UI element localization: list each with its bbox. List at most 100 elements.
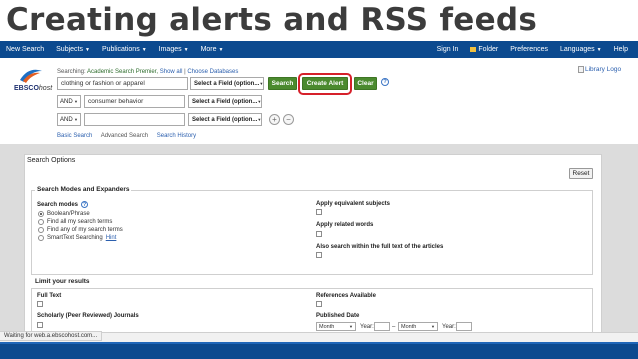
full-text-checkbox[interactable] [37,301,43,307]
field-select-3[interactable]: Select a Field (option... ▼ [188,113,262,126]
ebscohost-logo[interactable]: EBSCOhost [14,68,52,96]
mode-find-all-label: Find all my search terms [47,219,113,225]
full-text-search-label: Also search within the full text of the … [316,244,444,250]
nav-more[interactable]: More ▼ [195,46,230,53]
search-term-input-1[interactable] [57,77,188,90]
nav-preferences[interactable]: Preferences [504,46,554,53]
apply-equivalent-label: Apply equivalent subjects [316,201,391,207]
search-row-1: Select a Field (option...▼ [57,77,264,90]
search-history-link[interactable]: Search History [157,133,196,139]
chevron-down-icon: ▼ [259,81,264,86]
published-date-label: Published Date [316,313,360,319]
minus-icon: − [286,114,291,124]
hint-link[interactable]: Hint [106,235,117,241]
scholarly-label: Scholarly (Peer Reviewed) Journals [37,313,139,319]
add-row-button[interactable]: + [269,114,280,125]
nav-languages[interactable]: Languages ▼ [554,46,608,53]
nav-languages-label: Languages [559,46,595,53]
logo-text: EBSCOhost [14,85,52,92]
radio-icon[interactable] [38,219,44,225]
published-month-end[interactable]: Month ▼ [398,322,438,331]
logo-brand: EBSCO [14,85,39,92]
chevron-down-icon: ▼ [74,99,78,104]
mode-boolean-phrase-label: Boolean/Phrase [47,211,90,217]
nav-images-label: Images [158,46,182,53]
nav-images[interactable]: Images ▼ [153,46,195,53]
database-name: Academic Search Premier, [87,69,159,75]
date-separator: – [392,324,396,330]
search-modes-fieldset: Search Modes and Expanders Search modes?… [31,186,593,275]
nav-subjects[interactable]: Subjects ▼ [50,46,96,53]
nav-more-label: More [200,46,217,53]
field-select-3-label: Select a Field (option... [192,116,258,123]
boolean-select-2[interactable]: AND ▼ [57,95,81,108]
nav-publications[interactable]: Publications ▼ [96,46,153,53]
mode-smarttext-label: SmartText Searching [47,235,103,241]
nav-folder[interactable]: Folder [464,46,504,53]
nav-new-search-label: New Search [6,46,45,53]
chevron-down-icon: ▼ [85,47,90,53]
radio-selected-icon[interactable] [38,211,44,217]
loading-status: Waiting for web.a.ebscohost.com... [0,331,103,341]
full-text-search-checkbox[interactable] [316,252,322,258]
radio-icon[interactable] [38,227,44,233]
ebsco-swoosh-icon [20,69,42,83]
apply-related-checkbox[interactable] [316,231,322,237]
help-icon[interactable]: ? [81,201,89,208]
remove-row-button[interactable]: − [283,114,294,125]
search-row-2: AND▼ Select a Field (option...▼ [57,95,262,108]
apply-equivalent-checkbox[interactable] [316,209,322,215]
search-term-input-2[interactable] [84,95,185,108]
nav-sign-in[interactable]: Sign In [431,46,465,53]
month-end-label: Month [401,323,417,330]
limit-results-title: Limit your results [35,278,90,285]
chevron-down-icon: ▼ [218,47,224,53]
chevron-down-icon: ▼ [257,99,262,104]
advanced-search-link[interactable]: Advanced Search [101,133,148,139]
mode-find-all[interactable]: Find all my search terms [38,219,112,225]
scholarly-checkbox[interactable] [37,322,43,328]
library-logo[interactable]: Library Logo [578,66,621,73]
help-icon[interactable]: ? [381,78,389,86]
chevron-down-icon: ▼ [431,324,435,329]
field-select-1[interactable]: Select a Field (option... ▼ [190,77,264,90]
year-end-input[interactable] [456,322,472,331]
references-available-checkbox[interactable] [316,301,322,307]
search-button[interactable]: Search [268,77,297,90]
clear-button[interactable]: Clear [354,77,377,90]
folder-icon [470,46,477,52]
searching-separator: | [184,69,186,75]
nav-folder-label: Folder [478,46,499,53]
nav-new-search[interactable]: New Search [0,46,50,53]
nav-help[interactable]: Help [608,46,634,53]
search-row-3: AND ▼ Select a Field (option... ▼ [57,113,262,126]
field-select-1-label: Select a Field (option... [194,80,260,87]
chevron-down-icon: ▼ [257,117,262,122]
boolean-select-3-label: AND [60,116,73,123]
search-modes-label-text: Search modes [37,202,79,209]
search-modes-label: Search modes? [37,201,89,209]
published-month-start[interactable]: Month ▼ [316,322,356,331]
mode-find-any[interactable]: Find any of my search terms [38,227,123,233]
mode-smarttext[interactable]: SmartText Searching Hint [38,235,116,241]
radio-icon[interactable] [38,235,44,241]
references-available-label: References Available [316,293,376,299]
search-modes-legend: Search Modes and Expanders [35,186,132,193]
plus-icon: + [272,114,277,124]
searching-prefix: Searching: [57,69,86,75]
nav-publications-label: Publications [101,46,140,53]
library-logo-text: Library Logo [585,66,622,73]
mode-boolean-phrase[interactable]: Boolean/Phrase [38,211,90,217]
create-alert-button[interactable]: Create Alert [302,77,348,90]
reset-button[interactable]: Reset [569,168,593,179]
field-select-2[interactable]: Select a Field (option... ▼ [188,95,262,108]
top-navigation-bar: New Search Subjects ▼ Publications ▼ Image… [0,41,638,58]
choose-databases-link[interactable]: Choose Databases [187,69,238,75]
boolean-select-3[interactable]: AND ▼ [57,113,81,126]
bottom-stripe [0,342,638,344]
show-all-link[interactable]: Show all [160,69,183,75]
year-start-input[interactable] [374,322,390,331]
basic-search-link[interactable]: Basic Search [57,133,92,139]
search-term-input-3[interactable] [84,113,185,126]
broken-image-icon [578,66,584,73]
